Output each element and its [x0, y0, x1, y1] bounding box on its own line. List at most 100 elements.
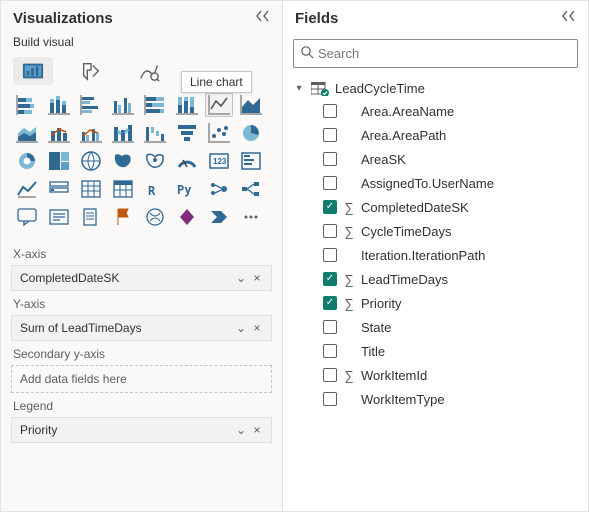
field-checkbox[interactable] [323, 248, 337, 262]
legend-well[interactable]: Priority ⌄ × [11, 417, 272, 443]
tooltip-linechart: Line chart [181, 71, 252, 93]
viz-donut-icon[interactable] [13, 149, 41, 173]
field-checkbox[interactable] [323, 104, 337, 118]
field-row[interactable]: Area.AreaName [285, 99, 586, 123]
viz-line-clustered-column-icon[interactable] [77, 121, 105, 145]
viz-treemap-icon[interactable] [45, 149, 73, 173]
field-checkbox[interactable] [323, 152, 337, 166]
field-row[interactable]: AssignedTo.UserName [285, 171, 586, 195]
viz-stacked-area-icon[interactable] [13, 121, 41, 145]
tab-build-visual[interactable] [13, 57, 53, 85]
collapse-fields-icon[interactable] [562, 9, 576, 27]
field-row[interactable]: State [285, 315, 586, 339]
viz-paginated-report-icon[interactable] [77, 205, 105, 229]
viz-matrix-icon[interactable] [109, 177, 137, 201]
field-row[interactable]: Title [285, 339, 586, 363]
field-row[interactable]: ∑LeadTimeDays [285, 267, 586, 291]
field-row[interactable]: AreaSK [285, 147, 586, 171]
viz-azure-map-icon[interactable] [141, 149, 169, 173]
search-input-wrapper[interactable] [293, 39, 578, 68]
field-row[interactable]: WorkItemType [285, 387, 586, 411]
viz-goals-icon[interactable] [109, 205, 137, 229]
viz-kpi-icon[interactable] [13, 177, 41, 201]
chevron-down-icon[interactable]: ⌄ [233, 423, 249, 437]
viz-100stacked-bar-icon[interactable] [141, 93, 169, 117]
secondy-well[interactable]: Add data fields here [11, 365, 272, 393]
chevron-down-icon[interactable]: ⌄ [233, 271, 249, 285]
viz-more-icon[interactable] [237, 205, 265, 229]
fields-tree: ▾ LeadCycleTime Area.AreaName Area.AreaPa… [283, 74, 588, 415]
sigma-icon: ∑ [343, 224, 355, 239]
field-checkbox[interactable] [323, 296, 337, 310]
field-row[interactable]: Iteration.IterationPath [285, 243, 586, 267]
viz-100stacked-column-icon[interactable] [173, 93, 201, 117]
field-label: Iteration.IterationPath [361, 248, 485, 263]
viz-clustered-column-icon[interactable] [109, 93, 137, 117]
svg-text:Py: Py [177, 183, 191, 197]
viz-slicer-icon[interactable] [45, 177, 73, 201]
viz-stacked-bar-icon[interactable] [13, 93, 41, 117]
table-node[interactable]: ▾ LeadCycleTime [285, 78, 586, 99]
viz-area-chart-icon[interactable] [237, 93, 265, 117]
viz-gauge-icon[interactable] [173, 149, 201, 173]
viz-stacked-column-icon[interactable] [45, 93, 73, 117]
field-row[interactable]: ∑Priority [285, 291, 586, 315]
field-label: Priority [361, 296, 401, 311]
viz-arcgis-map-icon[interactable] [141, 205, 169, 229]
viz-map-icon[interactable] [77, 149, 105, 173]
viz-funnel-icon[interactable] [173, 121, 201, 145]
field-label: Title [361, 344, 385, 359]
search-input[interactable] [314, 44, 571, 63]
visualization-gallery: 123 R Py [1, 93, 282, 237]
viz-python-visual-icon[interactable]: Py [173, 177, 201, 201]
viz-key-influencers-icon[interactable] [205, 177, 233, 201]
field-checkbox[interactable] [323, 176, 337, 190]
visualizations-title: Visualizations [13, 10, 113, 27]
tab-format[interactable] [71, 57, 111, 85]
field-checkbox[interactable] [323, 392, 337, 406]
viz-multirow-card-icon[interactable] [237, 149, 265, 173]
viz-powerapps-icon[interactable] [173, 205, 201, 229]
field-label: Area.AreaPath [361, 128, 446, 143]
field-label: Area.AreaName [361, 104, 454, 119]
viz-qa-icon[interactable] [13, 205, 41, 229]
field-checkbox[interactable] [323, 200, 337, 214]
viz-decomposition-tree-icon[interactable] [237, 177, 265, 201]
remove-icon[interactable]: × [249, 423, 265, 437]
viz-table-icon[interactable] [77, 177, 105, 201]
viz-scatter-icon[interactable] [205, 121, 233, 145]
field-checkbox[interactable] [323, 272, 337, 286]
field-row[interactable]: ∑WorkItemId [285, 363, 586, 387]
field-checkbox[interactable] [323, 128, 337, 142]
field-row[interactable]: ∑CycleTimeDays [285, 219, 586, 243]
field-checkbox[interactable] [323, 320, 337, 334]
field-checkbox[interactable] [323, 344, 337, 358]
field-row[interactable]: Area.AreaPath [285, 123, 586, 147]
viz-line-stacked-column-icon[interactable] [45, 121, 73, 145]
field-label: LeadTimeDays [361, 272, 448, 287]
remove-icon[interactable]: × [249, 271, 265, 285]
viz-automate-icon[interactable] [205, 205, 233, 229]
viz-smart-narrative-icon[interactable] [45, 205, 73, 229]
field-row[interactable]: ∑CompletedDateSK [285, 195, 586, 219]
viz-line-chart-icon[interactable] [205, 93, 233, 117]
viz-ribbon-icon[interactable] [109, 121, 137, 145]
chevron-down-icon[interactable]: ⌄ [233, 321, 249, 335]
chevron-down-icon[interactable]: ▾ [293, 83, 305, 94]
viz-pie-icon[interactable] [237, 121, 265, 145]
collapse-viz-icon[interactable] [256, 9, 270, 27]
viz-r-visual-icon[interactable]: R [141, 177, 169, 201]
field-label: AssignedTo.UserName [361, 176, 494, 191]
fields-title: Fields [295, 10, 338, 27]
field-checkbox[interactable] [323, 224, 337, 238]
viz-card-icon[interactable]: 123 [205, 149, 233, 173]
remove-icon[interactable]: × [249, 321, 265, 335]
table-name: LeadCycleTime [335, 81, 425, 96]
viz-clustered-bar-icon[interactable] [77, 93, 105, 117]
xaxis-well[interactable]: CompletedDateSK ⌄ × [11, 265, 272, 291]
viz-filled-map-icon[interactable] [109, 149, 137, 173]
yaxis-well[interactable]: Sum of LeadTimeDays ⌄ × [11, 315, 272, 341]
field-checkbox[interactable] [323, 368, 337, 382]
tab-analytics[interactable]: Line chart [129, 57, 169, 85]
viz-waterfall-icon[interactable] [141, 121, 169, 145]
